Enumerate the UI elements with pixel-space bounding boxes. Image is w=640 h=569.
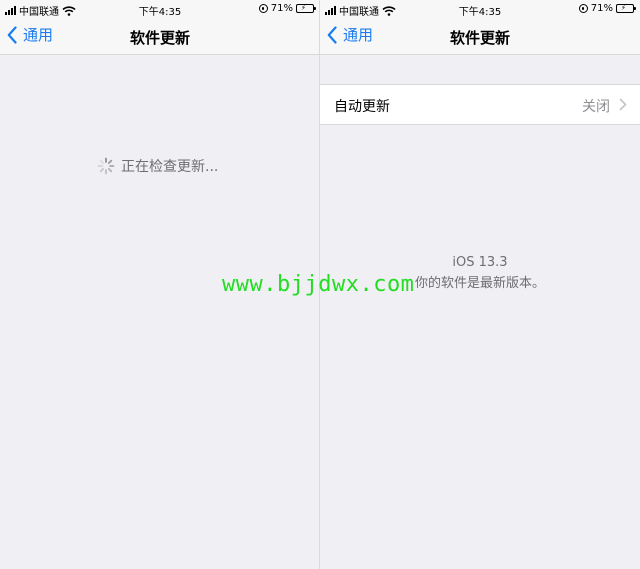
navigation-bar: 通用 软件更新: [320, 18, 640, 55]
activity-spinner-icon: [97, 157, 115, 175]
auto-update-label: 自动更新: [334, 99, 390, 115]
battery-charging-icon: ⚡: [296, 4, 316, 13]
status-bar: 中国联通 下午4:35 71% ⚡: [320, 0, 640, 18]
status-right: 71% ⚡: [258, 3, 316, 14]
chevron-right-icon: [619, 98, 627, 111]
page-title: 软件更新: [129, 29, 190, 47]
checking-status: 正在检查更新...: [97, 156, 218, 176]
checking-text: 正在检查更新...: [121, 159, 219, 175]
ios-version-label: iOS 13.3: [452, 255, 508, 270]
auto-update-value: 关闭: [582, 99, 610, 115]
status-bar: 中国联通 下午4:35 71% ⚡: [0, 0, 320, 18]
battery-percent: 71%: [270, 3, 293, 14]
watermark-text: www.bjjdwx.com: [222, 272, 415, 297]
auto-update-cell[interactable]: 自动更新 关闭: [320, 84, 640, 125]
orientation-lock-icon: [258, 4, 268, 13]
charging-bolt-icon: ⚡: [301, 4, 306, 12]
charging-bolt-icon: ⚡: [621, 4, 626, 12]
page-title: 软件更新: [449, 29, 510, 47]
orientation-lock-icon: [578, 4, 588, 13]
battery-charging-icon: ⚡: [616, 4, 636, 13]
status-right: 71% ⚡: [578, 3, 636, 14]
navigation-bar: 通用 软件更新: [0, 18, 320, 55]
battery-percent: 71%: [590, 3, 613, 14]
